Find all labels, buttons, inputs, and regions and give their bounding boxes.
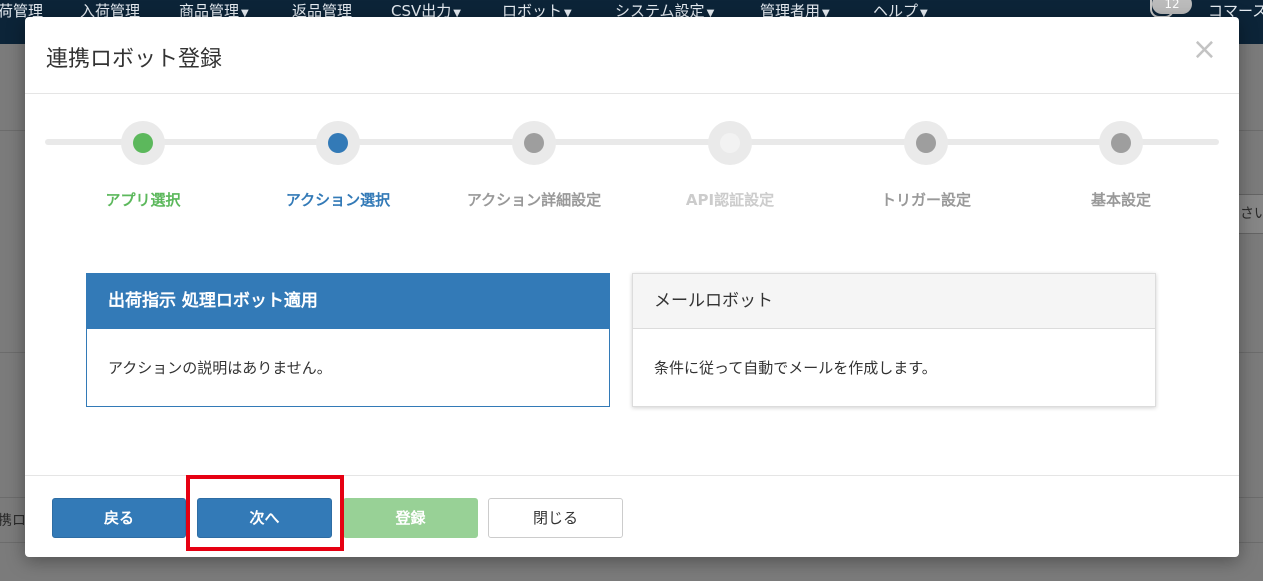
step-dot-pending — [524, 133, 544, 153]
next-button[interactable]: 次へ — [197, 498, 332, 538]
step-marker — [316, 121, 360, 165]
background-row-text: 携ロ — [0, 513, 26, 529]
close-button[interactable]: 閉じる — [488, 498, 623, 538]
action-card-description: アクションの説明はありません。 — [108, 359, 332, 377]
step-label: API認証設定 — [685, 191, 775, 209]
step-marker — [904, 121, 948, 165]
step-marker — [708, 121, 752, 165]
step-label: アクション詳細設定 — [466, 191, 602, 209]
register-button[interactable]: 登録 — [343, 498, 478, 538]
step-label: アプリ選択 — [105, 191, 181, 209]
step-progress: アプリ選択 アクション選択 アクション詳細設定 API認証設定 トリガー設定 基… — [25, 113, 1239, 233]
step-dot-disabled — [720, 133, 740, 153]
back-button[interactable]: 戻る — [52, 498, 186, 538]
robot-registration-modal: 連携ロボット登録 × アプリ選択 アクション選択 アクション詳細設定 API認証… — [25, 17, 1239, 557]
notification-badge: 12 — [1152, 0, 1192, 14]
modal-header: 連携ロボット登録 × — [25, 17, 1239, 94]
action-card-title: メールロボット — [633, 274, 1155, 329]
background-input: さい — [1236, 194, 1263, 234]
step-marker — [121, 121, 165, 165]
step-dot-pending — [1111, 133, 1131, 153]
step-marker — [512, 121, 556, 165]
modal-footer: 戻る 次へ 登録 閉じる — [25, 475, 1239, 558]
action-card-description: 条件に従って自動でメールを作成します。 — [654, 359, 937, 377]
step-dot-pending — [916, 133, 936, 153]
action-card-shipping-robot[interactable]: 出荷指示 処理ロボット適用 アクションの説明はありません。 — [86, 273, 610, 407]
modal-title: 連携ロボット登録 — [46, 47, 223, 72]
action-card-title: 出荷指示 処理ロボット適用 — [87, 274, 609, 329]
step-label: アクション選択 — [285, 191, 391, 209]
step-label: 基本設定 — [1090, 191, 1151, 209]
step-dot-done — [133, 133, 153, 153]
step-marker — [1099, 121, 1143, 165]
step-label: トリガー設定 — [880, 191, 971, 209]
step-dot-active — [328, 133, 348, 153]
close-icon[interactable]: × — [1192, 35, 1217, 65]
action-card-mail-robot[interactable]: メールロボット 条件に従って自動でメールを作成します。 — [632, 273, 1156, 407]
step-track — [45, 139, 1219, 145]
